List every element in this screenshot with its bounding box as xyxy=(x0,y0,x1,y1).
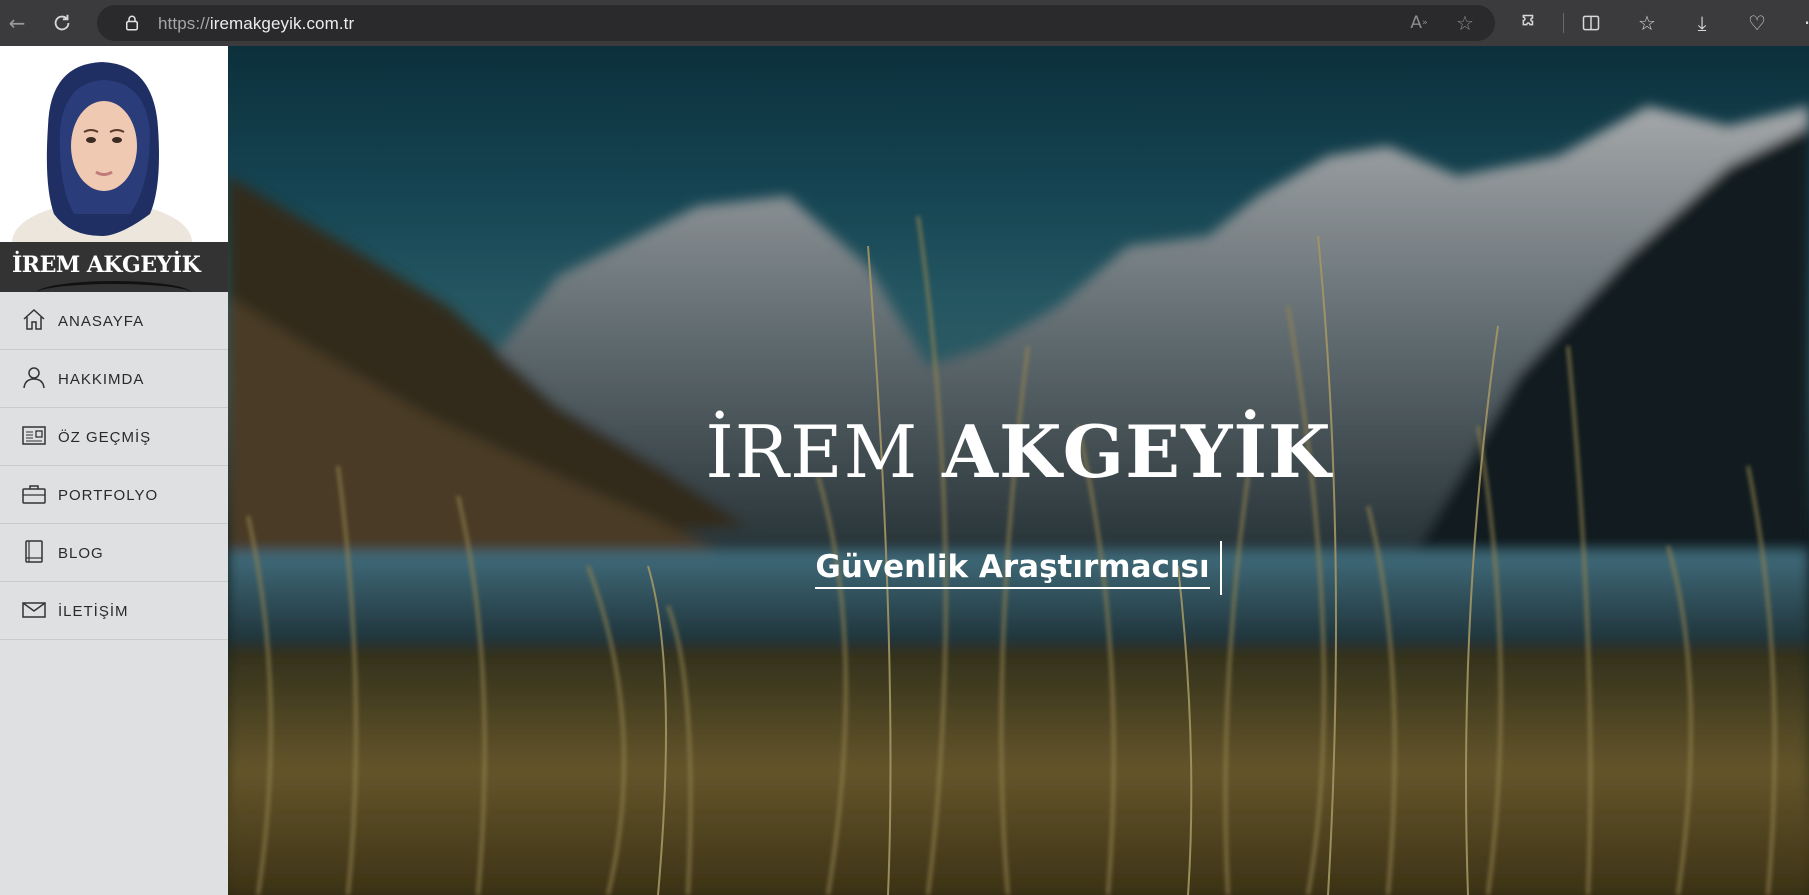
reload-icon[interactable] xyxy=(45,6,79,40)
sidebar-name: İREM AKGEYİK xyxy=(12,252,201,278)
extensions-icon[interactable] xyxy=(1513,6,1547,40)
resume-icon xyxy=(22,426,46,445)
toolbar-separator xyxy=(1563,13,1564,33)
menu-label: İLETİŞİM xyxy=(58,603,129,620)
menu-label: ANASAYFA xyxy=(58,313,145,330)
menu-label: ÖZ GEÇMİŞ xyxy=(58,429,152,446)
briefcase-icon xyxy=(22,485,46,504)
menu-label: PORTFOLYO xyxy=(58,487,159,504)
home-icon xyxy=(23,308,45,330)
menu-label: BLOG xyxy=(58,545,104,562)
downloads-icon[interactable]: ⤓ xyxy=(1685,6,1719,40)
menu-item-blog[interactable]: BLOG xyxy=(0,524,228,582)
split-screen-icon[interactable] xyxy=(1574,6,1608,40)
menu-item-oz-gecmis[interactable]: ÖZ GEÇMİŞ xyxy=(0,408,228,466)
hero-title: İREM AKGEYİK xyxy=(228,409,1809,494)
address-bar[interactable]: https://iremakgeyik.com.tr A» ☆ xyxy=(97,5,1495,41)
menu-item-portfolyo[interactable]: PORTFOLYO xyxy=(0,466,228,524)
sidebar: İREM AKGEYİK ANASAYFA HAKKIMDA ÖZ GEÇMİŞ… xyxy=(0,46,228,895)
lock-icon xyxy=(115,6,149,40)
typing-caret xyxy=(1219,541,1222,595)
web-page: İREM AKGEYİK Güvenlik Araştırmacısı İREM… xyxy=(0,46,1809,895)
url-prefix: https:// xyxy=(158,14,210,33)
profile-photo xyxy=(0,46,228,242)
url-text[interactable]: https://iremakgeyik.com.tr xyxy=(158,14,354,34)
hero-last-name: AKGEYİK xyxy=(942,409,1332,494)
menu-item-iletisim[interactable]: İLETİŞİM xyxy=(0,582,228,640)
mail-icon xyxy=(22,602,46,618)
typed-subtitle: Güvenlik Araştırmacısı xyxy=(815,548,1210,589)
menu-item-hakkimda[interactable]: HAKKIMDA xyxy=(0,350,228,408)
more-icon[interactable]: · xyxy=(1790,6,1809,40)
menu-item-anasayfa[interactable]: ANASAYFA xyxy=(0,292,228,350)
hero-subtitle: Güvenlik Araştırmacısı xyxy=(228,541,1809,595)
hero-first-name: İREM xyxy=(705,410,919,494)
hero-section: İREM AKGEYİK Güvenlik Araştırmacısı xyxy=(228,46,1809,895)
book-icon xyxy=(25,540,43,563)
browser-essentials-icon[interactable]: ♡ xyxy=(1740,6,1774,40)
favorite-star-icon[interactable]: ☆ xyxy=(1448,6,1482,40)
sidebar-menu: ANASAYFA HAKKIMDA ÖZ GEÇMİŞ PORTFOLYO BL… xyxy=(0,292,228,640)
sidebar-name-banner: İREM AKGEYİK xyxy=(0,242,228,292)
user-icon xyxy=(23,367,45,389)
browser-toolbar: ← https://iremakgeyik.com.tr A» ☆ ☆ ⤓ ♡ … xyxy=(0,0,1809,46)
back-icon[interactable]: ← xyxy=(0,6,34,40)
read-aloud-icon[interactable]: A» xyxy=(1402,6,1436,40)
url-host: iremakgeyik.com.tr xyxy=(209,14,355,33)
menu-label: HAKKIMDA xyxy=(58,371,145,388)
favorites-icon[interactable]: ☆ xyxy=(1630,6,1664,40)
